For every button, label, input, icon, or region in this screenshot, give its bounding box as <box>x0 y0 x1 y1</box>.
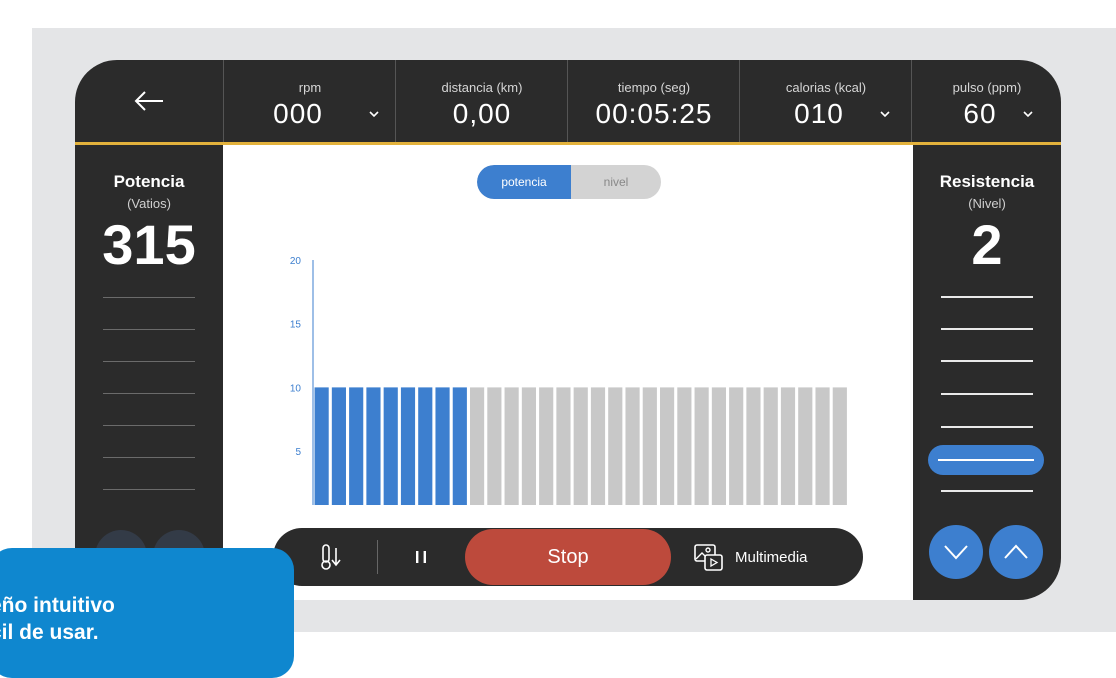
pause-icon <box>416 551 426 563</box>
chart-bar <box>383 387 398 505</box>
resistance-level-line[interactable] <box>941 328 1033 330</box>
back-button[interactable] <box>75 60 223 142</box>
power-level-line <box>103 457 195 458</box>
resistance-unit: (Nivel) <box>968 196 1006 211</box>
chart-bar <box>349 387 364 505</box>
chart-bar <box>418 387 433 505</box>
chevron-up-icon <box>1004 544 1028 559</box>
multimedia-button[interactable]: Multimedia <box>693 528 853 586</box>
metric-pulse-label: pulso (ppm) <box>952 80 1022 95</box>
chart-bar <box>832 387 847 505</box>
metric-time: tiempo (seg) 00:05:25 <box>567 60 740 142</box>
power-chart: -305101520 51015202530 min <box>290 256 847 505</box>
chart-bar <box>521 387 536 505</box>
resistance-level-line <box>938 459 1034 461</box>
chart-bar <box>331 387 346 505</box>
chart-bar <box>435 387 450 505</box>
chart-bar <box>746 387 761 505</box>
chart-bar <box>452 387 467 505</box>
resistance-panel: Resistencia (Nivel) 2 <box>913 145 1061 600</box>
resistance-level-line[interactable] <box>941 296 1033 298</box>
resistance-level-line[interactable] <box>941 393 1033 395</box>
metric-rpm-label: rpm <box>298 80 322 95</box>
y-tick-labels: -305101520 <box>290 256 302 458</box>
metric-rpm[interactable]: rpm 000 <box>223 60 396 142</box>
metric-rpm-value: 000 <box>273 98 323 129</box>
y-tick-label: 10 <box>290 383 302 394</box>
chart-bar <box>539 387 554 505</box>
metric-pulse[interactable]: pulso (ppm) 60 <box>911 60 1061 142</box>
chart-bar <box>590 387 606 505</box>
power-title: Potencia <box>113 172 185 191</box>
power-level-line <box>103 361 195 362</box>
chart-bar <box>556 387 571 505</box>
power-level-line <box>103 425 195 426</box>
y-tick-label: 5 <box>295 447 301 458</box>
chart-bar <box>815 387 830 505</box>
resistance-level-line[interactable] <box>941 360 1033 362</box>
metric-distance-label: distancia (km) <box>441 80 523 95</box>
resistance-value: 2 <box>971 213 1003 276</box>
multimedia-icon <box>694 544 723 571</box>
power-level-line <box>103 393 195 394</box>
metric-time-label: tiempo (seg) <box>617 80 691 95</box>
power-unit: (Vatios) <box>127 196 171 211</box>
resistance-level-line[interactable] <box>941 426 1033 428</box>
resistance-up-button[interactable] <box>989 525 1043 579</box>
console-screen: rpm 000 distancia (km) 0,00 tiempo (seg)… <box>75 60 1061 600</box>
feature-callout: eño intuitivo cil de usar. <box>0 548 294 678</box>
chevron-down-icon <box>944 545 968 560</box>
metric-calories[interactable]: calorias (kcal) 010 <box>739 60 912 142</box>
chart-bar <box>470 387 485 505</box>
metric-distance-value: 0,00 <box>452 98 512 129</box>
chart-bar <box>642 387 657 505</box>
chart-bar <box>711 387 726 505</box>
metric-time-value: 00:05:25 <box>595 98 713 129</box>
chart-bar <box>798 387 813 505</box>
chart-bar <box>625 387 640 505</box>
metrics-bar: rpm 000 distancia (km) 0,00 tiempo (seg)… <box>75 60 1061 145</box>
resistance-level-line[interactable] <box>941 490 1033 492</box>
chart-bar <box>366 387 381 505</box>
chevron-down-icon[interactable] <box>369 110 379 118</box>
arrow-left-icon <box>134 91 163 111</box>
temperature-down-button[interactable] <box>309 528 353 586</box>
thermometer-down-icon <box>321 544 341 570</box>
power-level-line <box>103 297 195 298</box>
chart-bar <box>780 387 796 505</box>
chart-bar <box>660 387 675 505</box>
chart-bar <box>608 387 623 505</box>
chart-bar <box>677 387 692 505</box>
chart-bar <box>573 387 588 505</box>
chart-panel: potencia nivel -305101520 51015202530 mi… <box>223 145 913 600</box>
chevron-down-icon[interactable] <box>1023 110 1033 118</box>
metric-distance: distancia (km) 0,00 <box>395 60 568 142</box>
power-level-line <box>103 489 195 490</box>
chart-bar <box>694 387 709 505</box>
resistance-title: Resistencia <box>939 172 1035 191</box>
multimedia-label: Multimedia <box>735 548 808 566</box>
metric-calories-label: calorias (kcal) <box>785 80 867 95</box>
chart-bar <box>487 387 502 505</box>
chart-bar <box>729 387 744 505</box>
chevron-down-icon[interactable] <box>880 110 890 118</box>
chart-bar <box>504 387 519 505</box>
metric-calories-value: 010 <box>794 98 844 129</box>
chart-bar <box>763 387 778 505</box>
pause-button[interactable] <box>401 528 441 586</box>
y-tick-label: 20 <box>290 256 302 267</box>
playback-controls: Stop Multimedia <box>273 528 863 586</box>
bars <box>314 387 847 505</box>
power-level-line <box>103 329 195 330</box>
stop-button[interactable]: Stop <box>465 529 671 585</box>
y-tick-label: 15 <box>290 320 302 331</box>
power-value: 315 <box>102 213 196 276</box>
chart-bar <box>314 387 329 505</box>
callout-text: eño intuitivo cil de usar. <box>0 594 115 644</box>
power-panel: Potencia (Vatios) 315 <box>75 145 223 600</box>
separator <box>377 540 378 574</box>
chart-bar <box>400 387 416 505</box>
resistance-level-selected[interactable] <box>928 445 1044 475</box>
resistance-down-button[interactable] <box>929 525 983 579</box>
